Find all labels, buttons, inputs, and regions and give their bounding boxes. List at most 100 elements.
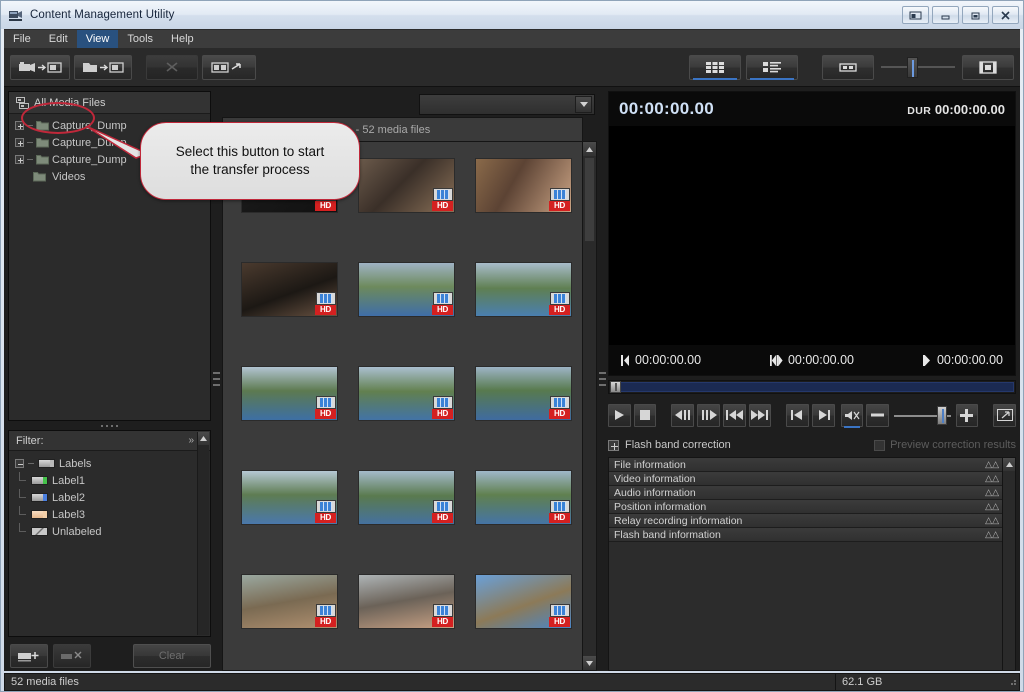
chevron-up-icon[interactable]: △△ xyxy=(985,460,999,469)
filter-row-labels[interactable]: Labels xyxy=(9,455,210,472)
chevron-up-icon[interactable]: △△ xyxy=(985,516,999,525)
scroll-down-icon[interactable] xyxy=(583,656,596,670)
fast-forward-button[interactable] xyxy=(749,404,772,427)
source-dropdown[interactable] xyxy=(419,94,595,115)
slider-knob[interactable] xyxy=(907,57,918,78)
mute-button[interactable] xyxy=(841,404,864,427)
rewind-button[interactable] xyxy=(723,404,746,427)
thumbnail-7[interactable]: HD xyxy=(241,366,338,421)
thumbnail-15[interactable]: HD xyxy=(475,574,572,629)
playhead-handle[interactable] xyxy=(610,381,621,393)
slider-knob[interactable] xyxy=(937,406,947,425)
chevron-up-icon[interactable]: △△ xyxy=(985,530,999,539)
info-row-relay[interactable]: Relay recording information △△ xyxy=(609,514,1002,528)
video-surface[interactable] xyxy=(609,126,1015,345)
add-label-button[interactable] xyxy=(10,644,48,668)
volume-down-button[interactable] xyxy=(866,404,889,427)
info-row-position[interactable]: Position information △△ xyxy=(609,500,1002,514)
menu-view[interactable]: View xyxy=(77,30,119,48)
thumbnail-2[interactable]: HD xyxy=(358,158,455,213)
filter-row-label1[interactable]: Label1 xyxy=(9,472,210,489)
delete-clip-button[interactable] xyxy=(146,55,198,80)
expand-icon[interactable] xyxy=(15,121,24,130)
info-row-file[interactable]: File information △△ xyxy=(609,458,1002,472)
chevron-up-icon[interactable]: △△ xyxy=(985,488,999,497)
filter-row-label2[interactable]: Label2 xyxy=(9,489,210,506)
expand-icon[interactable] xyxy=(15,138,24,147)
grid-scrollbar[interactable] xyxy=(583,141,597,671)
step-back-button[interactable] xyxy=(671,404,694,427)
filmstrip-view-button[interactable] xyxy=(962,55,1014,80)
scroll-up-icon[interactable] xyxy=(1003,458,1015,471)
close-button[interactable] xyxy=(992,6,1019,24)
scroll-up-icon[interactable] xyxy=(198,432,209,445)
callout-line-1: Select this button to start xyxy=(176,144,325,159)
thumbnail-toggle-button[interactable] xyxy=(822,55,874,80)
restore-down-button[interactable] xyxy=(902,6,929,24)
scrub-bar[interactable] xyxy=(608,380,1016,394)
hd-label: HD xyxy=(432,201,453,211)
resize-grip[interactable] xyxy=(1005,676,1019,688)
thumbnail-size-slider[interactable] xyxy=(879,55,957,80)
menu-file[interactable]: File xyxy=(4,30,40,48)
right-vertical-splitter[interactable] xyxy=(597,87,608,671)
start-transfer-button[interactable] xyxy=(10,55,70,80)
info-row-video[interactable]: Video information △△ xyxy=(609,472,1002,486)
tree-root-row[interactable]: All Media Files xyxy=(9,92,210,114)
goto-end-button[interactable] xyxy=(812,404,835,427)
volume-slider[interactable] xyxy=(894,404,950,427)
thumbnail-10[interactable]: HD xyxy=(241,470,338,525)
thumbnail-4[interactable]: HD xyxy=(241,262,338,317)
callout-tooltip: Select this button to start the transfer… xyxy=(140,122,360,200)
menu-bar: File Edit View Tools Help xyxy=(4,29,1020,48)
menu-help[interactable]: Help xyxy=(162,30,203,48)
thumbnail-8[interactable]: HD xyxy=(358,366,455,421)
thumbnail-5[interactable]: HD xyxy=(358,262,455,317)
minimize-button[interactable] xyxy=(932,6,959,24)
maximize-button[interactable] xyxy=(962,6,989,24)
information-scrollbar[interactable] xyxy=(1003,457,1016,671)
filmstrip-icon xyxy=(433,188,453,201)
thumbnail-6[interactable]: HD xyxy=(475,262,572,317)
filter-row-unlabeled[interactable]: Unlabeled xyxy=(9,523,210,540)
preview-correction-checkbox[interactable] xyxy=(874,440,885,451)
export-clip-button[interactable] xyxy=(202,55,256,80)
filter-row-label3[interactable]: Label3 xyxy=(9,506,210,523)
import-folder-button[interactable] xyxy=(74,55,132,80)
chevron-down-icon[interactable] xyxy=(575,96,592,113)
clear-filter-button[interactable]: Clear xyxy=(133,644,211,668)
thumbnail-13[interactable]: HD xyxy=(241,574,338,629)
sidebar-splitter[interactable] xyxy=(8,421,211,430)
thumbnail-14[interactable]: HD xyxy=(358,574,455,629)
expand-icon[interactable] xyxy=(608,440,619,451)
thumbnail-3[interactable]: HD xyxy=(475,158,572,213)
menu-tools[interactable]: Tools xyxy=(118,30,162,48)
tree-item-label: Capture_Dump xyxy=(52,137,127,149)
collapse-icon[interactable] xyxy=(15,459,24,468)
step-forward-button[interactable] xyxy=(697,404,720,427)
expand-icon[interactable] xyxy=(15,155,24,164)
thumbnail-12[interactable]: HD xyxy=(475,470,572,525)
info-row-audio[interactable]: Audio information △△ xyxy=(609,486,1002,500)
chevron-up-icon[interactable]: △△ xyxy=(985,502,999,511)
menu-edit[interactable]: Edit xyxy=(40,30,77,48)
stop-button[interactable] xyxy=(634,404,657,427)
thumbnail-11[interactable]: HD xyxy=(358,470,455,525)
scroll-up-icon[interactable] xyxy=(583,142,596,156)
chevron-up-icon[interactable]: △△ xyxy=(985,474,999,483)
grid-view-button[interactable] xyxy=(689,55,741,80)
list-view-button[interactable] xyxy=(746,55,798,80)
remove-label-button[interactable] xyxy=(53,644,91,668)
filter-scrollbar[interactable] xyxy=(197,432,209,635)
fullscreen-button[interactable] xyxy=(993,404,1016,427)
scroll-thumb[interactable] xyxy=(584,157,595,242)
info-row-flashband[interactable]: Flash band information △△ xyxy=(609,528,1002,542)
volume-up-button[interactable] xyxy=(956,404,979,427)
filmstrip-icon xyxy=(316,604,336,617)
thumbnail-grid: HDHDHDHDHDHDHDHDHDHDHDHDHDHDHD xyxy=(222,141,583,671)
goto-start-button[interactable] xyxy=(786,404,809,427)
thumbnail-9[interactable]: HD xyxy=(475,366,572,421)
hd-badge: HD xyxy=(549,604,570,627)
play-button[interactable] xyxy=(608,404,631,427)
tree-root-label: All Media Files xyxy=(34,97,106,109)
